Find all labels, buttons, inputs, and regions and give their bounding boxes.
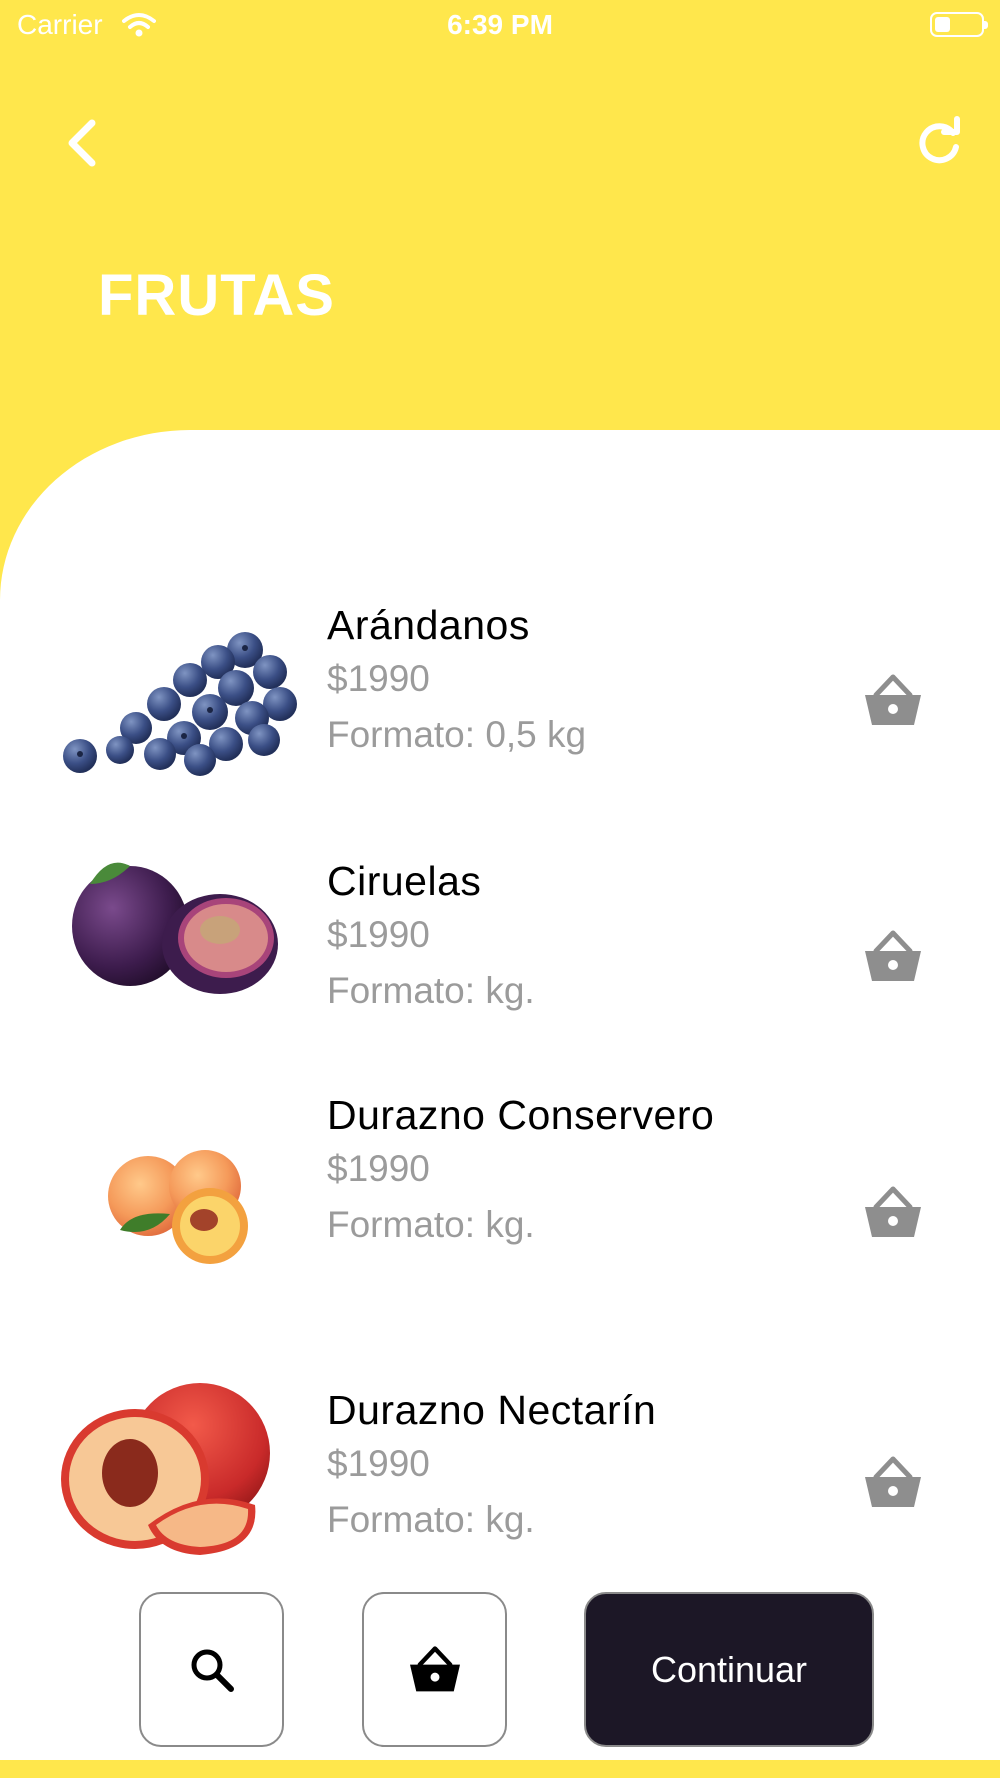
search-icon <box>191 1649 234 1692</box>
product-row[interactable]: Ciruelas $1990 Formato: kg. <box>0 856 1000 1096</box>
product-price: $1990 <box>327 914 430 955</box>
product-name: Arándanos <box>327 602 530 648</box>
basket-icon <box>865 1186 921 1237</box>
add-to-cart-button[interactable] <box>862 929 924 985</box>
product-row[interactable]: Durazno Conservero $1990 Formato: kg. <box>0 1092 1000 1350</box>
product-info: Durazno Nectarín $1990 Formato: kg. <box>327 1385 787 1548</box>
page-title: FRUTAS <box>98 263 335 328</box>
product-name: Durazno Conservero <box>327 1092 715 1138</box>
product-format: Formato: kg. <box>327 970 535 1011</box>
product-list: Arándanos $1990 Formato: 0,5 kg Ciruelas… <box>0 430 1000 1760</box>
basket-icon <box>865 1456 921 1507</box>
bottom-action-bar: Continuar <box>0 1580 1000 1760</box>
chevron-left-icon <box>68 119 96 167</box>
add-to-cart-button[interactable] <box>862 1185 924 1241</box>
product-price: $1990 <box>327 1443 430 1484</box>
back-button[interactable] <box>60 115 110 171</box>
blueberries-image <box>63 632 297 776</box>
product-info: Arándanos $1990 Formato: 0,5 kg <box>327 600 787 763</box>
basket-icon <box>409 1645 460 1691</box>
nectarine-image <box>61 1383 270 1555</box>
add-to-cart-button[interactable] <box>862 1455 924 1511</box>
basket-icon <box>865 930 921 981</box>
product-info: Durazno Conservero $1990 Formato: kg. <box>327 1090 787 1253</box>
product-row[interactable]: Arándanos $1990 Formato: 0,5 kg <box>0 600 1000 840</box>
plums-image <box>72 862 278 994</box>
basket-button[interactable] <box>362 1592 507 1747</box>
search-button[interactable] <box>139 1592 284 1747</box>
clock: 6:39 PM <box>447 9 553 40</box>
refresh-button[interactable] <box>915 115 965 171</box>
continue-button[interactable]: Continuar <box>584 1592 874 1747</box>
status-bar: Carrier 6:39 PM <box>0 0 1000 52</box>
product-price: $1990 <box>327 658 430 699</box>
product-format: Formato: kg. <box>327 1499 535 1540</box>
product-info: Ciruelas $1990 Formato: kg. <box>327 856 787 1019</box>
product-name: Ciruelas <box>327 858 482 904</box>
product-format: Formato: kg. <box>327 1204 535 1245</box>
refresh-icon <box>919 116 960 164</box>
bottom-accent-strip <box>0 1760 1000 1778</box>
product-price: $1990 <box>327 1148 430 1189</box>
product-name: Durazno Nectarín <box>327 1387 657 1433</box>
peaches-image <box>108 1150 248 1264</box>
battery-icon <box>930 12 988 37</box>
product-format: Formato: 0,5 kg <box>327 714 587 755</box>
basket-icon <box>865 674 921 725</box>
add-to-cart-button[interactable] <box>862 673 924 729</box>
